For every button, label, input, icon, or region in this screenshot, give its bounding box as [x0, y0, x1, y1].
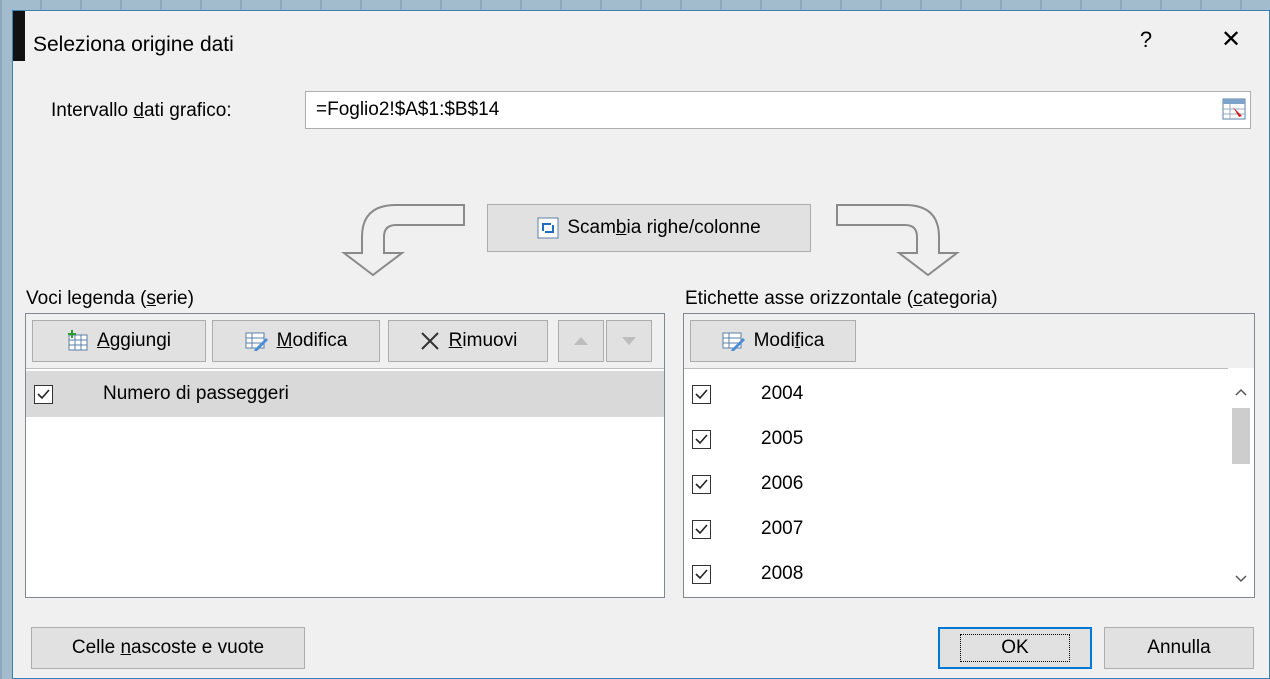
category-checkbox[interactable] [692, 384, 711, 404]
category-checkbox[interactable] [692, 519, 711, 539]
category-label: 2007 [761, 518, 804, 539]
hidden-empty-cells-label: Celle nascoste e vuote [71, 637, 265, 658]
series-row[interactable]: Numero di passeggeri [26, 371, 664, 417]
chart-range-label: Intervallo dati grafico: [51, 100, 232, 121]
cancel-button[interactable]: Annulla [1104, 627, 1254, 669]
category-row[interactable]: 2004 [684, 371, 1224, 417]
scroll-down-icon[interactable] [1235, 575, 1247, 583]
edit-categories-button[interactable]: Modifica [690, 320, 856, 362]
move-down-button[interactable] [606, 320, 652, 362]
category-row[interactable]: 2008 [684, 551, 1224, 597]
close-icon: ✕ [1220, 26, 1242, 53]
add-series-button[interactable]: Aggiungi [32, 320, 206, 362]
legend-series-panel: Aggiungi Modifica Rimuovi Numero di pass… [25, 313, 665, 598]
cancel-label: Annulla [1147, 637, 1211, 658]
remove-series-label: Rimuovi [448, 330, 518, 351]
ok-button[interactable]: OK [938, 627, 1092, 669]
triangle-down-icon [622, 337, 636, 345]
category-row[interactable]: 2006 [684, 461, 1224, 507]
chart-range-input[interactable]: =Foglio2!$A$1:$B$14 [305, 91, 1251, 129]
axis-toolbar: Modifica [684, 314, 1254, 369]
series-checkbox[interactable] [34, 384, 53, 404]
category-row[interactable]: 2007 [684, 506, 1224, 552]
category-checkbox[interactable] [692, 429, 711, 449]
series-label: Numero di passeggeri [103, 383, 289, 404]
move-up-button[interactable] [558, 320, 604, 362]
axis-categories-panel: Modifica 2004 2005 2006 2007 2008 [683, 313, 1255, 598]
edit-table-icon [722, 332, 745, 351]
window-edge-accent [13, 11, 25, 61]
chart-range-value: =Foglio2!$A$1:$B$14 [316, 99, 500, 120]
arrow-left-icon [341, 204, 465, 277]
checkmark-icon [695, 523, 708, 534]
dialog-title: Seleziona origine dati [33, 33, 234, 56]
swap-rows-columns-button[interactable]: Scambia righe/colonne [487, 204, 811, 252]
scrollbar-thumb[interactable] [1232, 408, 1250, 464]
legend-series-heading: Voci legenda (serie) [26, 288, 194, 309]
checkmark-icon [695, 388, 708, 399]
ok-label: OK [960, 634, 1070, 662]
add-series-label: Aggiungi [97, 330, 171, 351]
close-button[interactable]: ✕ [1211, 25, 1251, 54]
edit-categories-label: Modifica [753, 330, 825, 351]
category-checkbox[interactable] [692, 564, 711, 584]
arrow-right-icon [836, 204, 960, 277]
category-scrollbar[interactable] [1228, 368, 1254, 597]
edit-series-button[interactable]: Modifica [212, 320, 380, 362]
swap-icon [537, 217, 559, 239]
add-table-icon [68, 330, 88, 351]
category-checkbox[interactable] [692, 474, 711, 494]
hidden-empty-cells-button[interactable]: Celle nascoste e vuote [31, 627, 305, 669]
axis-categories-heading: Etichette asse orizzontale (categoria) [685, 288, 998, 309]
checkmark-icon [695, 478, 708, 489]
edit-series-label: Modifica [276, 330, 348, 351]
scroll-up-icon[interactable] [1235, 388, 1247, 396]
category-label: 2005 [761, 428, 804, 449]
checkmark-icon [695, 433, 708, 444]
remove-series-button[interactable]: Rimuovi [388, 320, 548, 362]
category-label: 2004 [761, 383, 804, 404]
checkmark-icon [37, 388, 50, 399]
edit-table-icon [245, 332, 268, 351]
checkmark-icon [695, 568, 708, 579]
swap-label: Scambia righe/colonne [567, 217, 761, 238]
select-data-source-dialog: Seleziona origine dati ? ✕ Intervallo da… [12, 10, 1270, 679]
category-label: 2008 [761, 563, 804, 584]
help-button[interactable]: ? [1131, 27, 1161, 53]
legend-toolbar: Aggiungi Modifica Rimuovi [26, 314, 664, 369]
collapse-dialog-icon[interactable] [1222, 98, 1246, 120]
category-label: 2006 [761, 473, 804, 494]
triangle-up-icon [574, 337, 588, 345]
remove-x-icon [420, 332, 439, 350]
category-row[interactable]: 2005 [684, 416, 1224, 462]
